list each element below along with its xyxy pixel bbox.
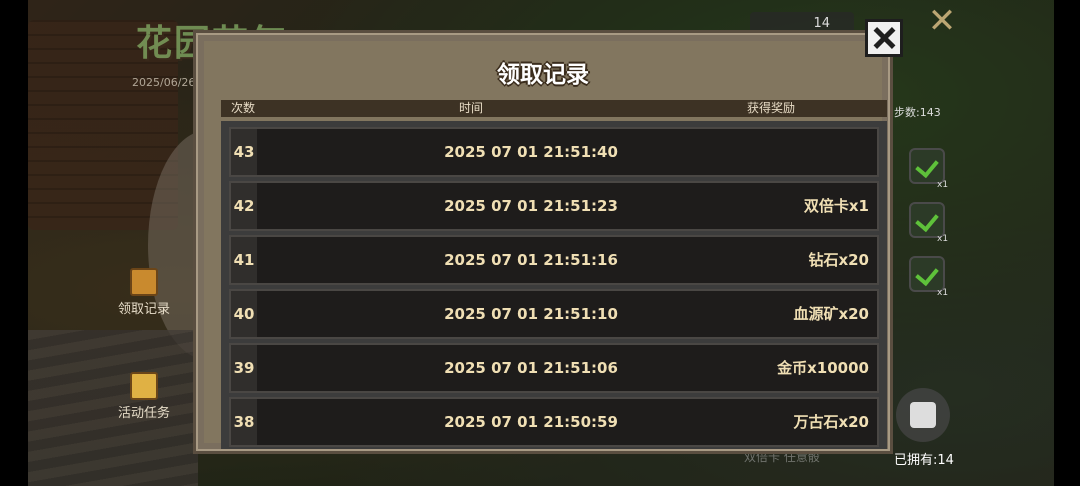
row-number: 40 (231, 291, 257, 337)
table-row: 40 2025 07 01 21:51:10 血源矿x20 (229, 289, 879, 339)
event-task-button[interactable]: 活动任务 (114, 372, 174, 421)
check-icon (909, 256, 945, 292)
row-time: 2025 07 01 21:51:23 (444, 197, 618, 215)
dice-button[interactable] (896, 388, 950, 442)
header-time: 时间 (459, 101, 484, 115)
row-number: 39 (231, 345, 257, 391)
row-reward: 双倍卡x1 (803, 197, 869, 215)
row-reward: 钻石x20 (808, 251, 869, 269)
row-reward: 万古石x20 (793, 413, 869, 431)
close-button[interactable] (865, 19, 903, 57)
check-icon (909, 148, 945, 184)
row-reward: 金币x10000 (777, 359, 869, 377)
row-number: 41 (231, 237, 257, 283)
table-row: 43 2025 07 01 21:51:40 (229, 127, 879, 177)
row-number: 38 (231, 399, 257, 445)
table-row: 42 2025 07 01 21:51:23 双倍卡x1 (229, 181, 879, 231)
check-count: x1 (937, 288, 949, 298)
check-count: x1 (937, 234, 949, 244)
row-time: 2025 07 01 21:51:40 (444, 143, 618, 161)
row-time: 2025 07 01 21:51:16 (444, 251, 618, 269)
owned-count: 已拥有:14 (894, 453, 954, 468)
claim-record-label: 领取记录 (117, 302, 170, 317)
row-time: 2025 07 01 21:51:10 (444, 305, 618, 323)
event-date: 2025/06/26 (132, 76, 196, 89)
quest-icon (130, 372, 158, 400)
row-time: 2025 07 01 21:50:59 (444, 413, 618, 431)
row-number: 43 (231, 129, 257, 175)
header-count: 次数 (231, 101, 256, 115)
table-row: 41 2025 07 01 21:51:16 钻石x20 (229, 235, 879, 285)
dialog-title: 领取记录 (497, 62, 589, 88)
check-count: x1 (937, 180, 949, 190)
table-row: 38 2025 07 01 21:50:59 万古石x20 (229, 397, 879, 447)
dialog-panel: 领取记录 次数 时间 获得奖励 43 2025 07 01 21:51:40 4… (204, 41, 887, 449)
table-header: 次数 时间 获得奖励 (221, 100, 887, 117)
table-row: 39 2025 07 01 21:51:06 金币x10000 (229, 343, 879, 393)
row-reward: 血源矿x20 (793, 305, 869, 323)
steps-label: 步数:143 (894, 106, 941, 119)
chest-icon (130, 268, 158, 296)
close-outline-icon: ✕ (927, 1, 957, 41)
check-icon (909, 202, 945, 238)
event-task-label: 活动任务 (117, 406, 170, 421)
row-number: 42 (231, 183, 257, 229)
header-reward: 获得奖励 (747, 101, 796, 115)
claim-record-dialog: 领取记录 次数 时间 获得奖励 43 2025 07 01 21:51:40 4… (193, 30, 893, 454)
record-list[interactable]: 43 2025 07 01 21:51:40 42 2025 07 01 21:… (221, 121, 887, 449)
row-time: 2025 07 01 21:51:06 (444, 359, 618, 377)
claim-record-button[interactable]: 领取记录 (114, 268, 174, 317)
